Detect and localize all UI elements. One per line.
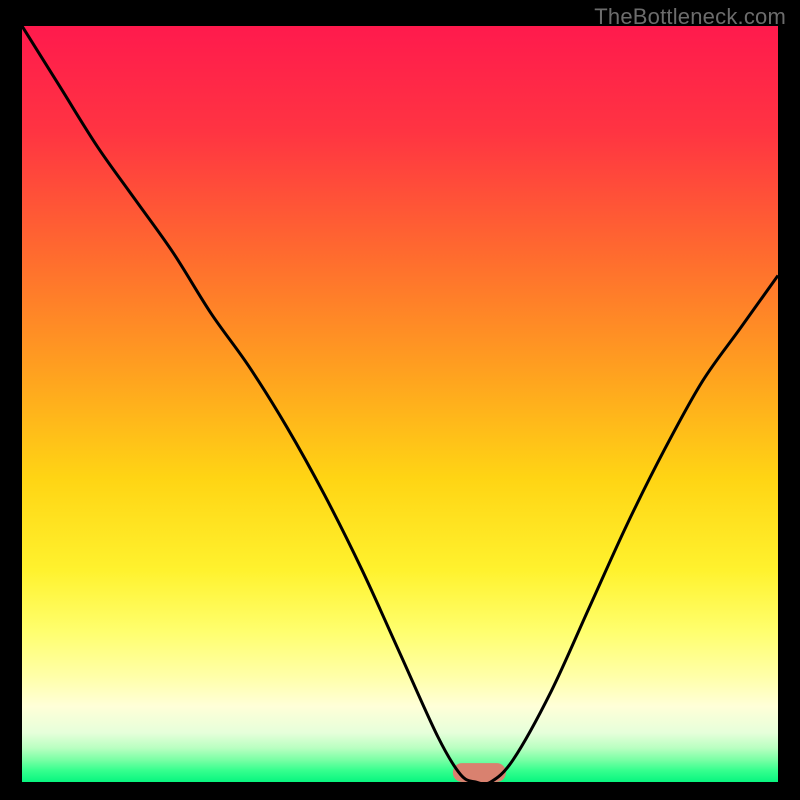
chart-frame: TheBottleneck.com xyxy=(0,0,800,800)
gradient-plot-area xyxy=(22,26,778,782)
bottleneck-chart xyxy=(22,26,778,782)
